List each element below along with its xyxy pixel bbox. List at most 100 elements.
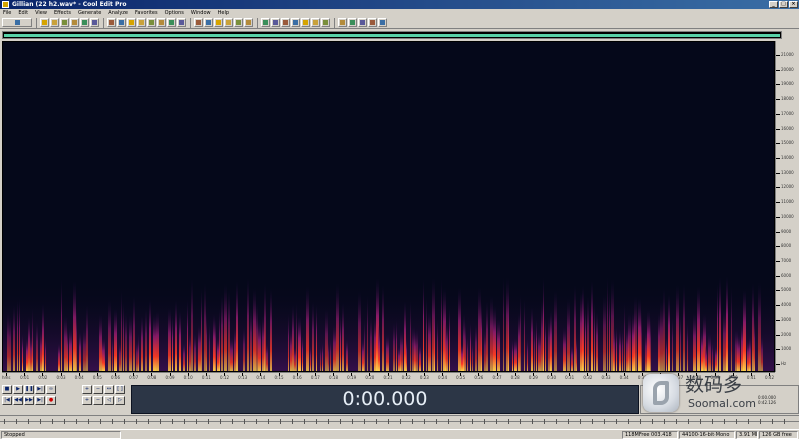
spectrum-burst (175, 300, 177, 371)
time-label: 0:13 (238, 375, 248, 380)
menu-options[interactable]: Options (165, 9, 184, 17)
menu-view[interactable]: View (35, 9, 47, 17)
menu-analyze[interactable]: Analyze (108, 9, 128, 17)
paste-new-icon[interactable] (137, 18, 146, 27)
zoom-out-vertical-button[interactable]: − (93, 396, 103, 405)
go-to-start-button[interactable]: |◀ (2, 396, 12, 405)
menu-edit[interactable]: Edit (18, 9, 28, 17)
freq-label: 10000 (781, 213, 794, 219)
maximize-button[interactable]: □ (779, 1, 788, 8)
menu-help[interactable]: Help (218, 9, 229, 17)
menu-file[interactable]: File (3, 9, 11, 17)
effect-noise-icon[interactable] (368, 18, 377, 27)
zoom-full-icon[interactable] (214, 18, 223, 27)
zoom-selection-button[interactable]: [ ] (115, 385, 125, 394)
fast-forward-button[interactable]: ▶▶ (24, 396, 34, 405)
mix-paste-icon[interactable] (147, 18, 156, 27)
sync-icon[interactable] (321, 18, 330, 27)
zoom-in-vertical-button[interactable]: + (82, 396, 92, 405)
overview-bar[interactable] (2, 31, 782, 39)
level-tick (196, 419, 197, 424)
pause-button[interactable]: ❚❚ (24, 385, 34, 394)
loop-icon[interactable] (311, 18, 320, 27)
copy-icon[interactable] (117, 18, 126, 27)
undo-icon[interactable] (90, 18, 99, 27)
spectrum-burst (534, 325, 535, 371)
waveform-icon[interactable] (271, 18, 280, 27)
spectrum-burst (270, 288, 272, 371)
zoom-full-button[interactable]: ↔ (104, 385, 114, 394)
vertical-zoom-area[interactable] (782, 31, 799, 39)
zoom-left-button[interactable]: ◁ (104, 396, 114, 405)
time-label: 0:25 (456, 375, 466, 380)
spectrum-burst (717, 283, 718, 371)
menu-bar: File Edit View Effects Generate Analyze … (0, 9, 799, 17)
level-tick (160, 419, 161, 424)
menu-window[interactable]: Window (191, 9, 211, 17)
stop-button[interactable]: ■ (2, 385, 12, 394)
rewind-button[interactable]: ◀◀ (13, 396, 23, 405)
delete-icon[interactable] (167, 18, 176, 27)
zoom-in-icon[interactable] (194, 18, 203, 27)
freq-tick (776, 319, 780, 321)
spectrum-burst (668, 294, 670, 371)
effect-reverb-icon[interactable] (378, 18, 387, 27)
spectral-view[interactable] (2, 41, 775, 372)
spectrum-burst (316, 304, 317, 371)
time-label: 0:24 (438, 375, 447, 380)
selection-end[interactable]: 0:42.126 (758, 400, 776, 405)
zoom-right-button[interactable]: ▷ (115, 396, 125, 405)
watermark-url: Soomal.com (688, 397, 756, 410)
loop-button[interactable]: ∞ (46, 385, 56, 394)
new-icon[interactable] (40, 18, 49, 27)
snap-icon[interactable] (281, 18, 290, 27)
spectrum-burst (243, 326, 245, 371)
menu-favorites[interactable]: Favorites (135, 9, 158, 17)
spectrogram-canvas[interactable] (3, 42, 774, 371)
time-label: 0:28 (510, 375, 520, 380)
level-tick (736, 419, 737, 424)
overview-range[interactable] (4, 34, 780, 37)
open-icon[interactable] (50, 18, 59, 27)
freq-label: 5000 (781, 287, 792, 293)
zoom-in-horizontal-button[interactable]: + (82, 385, 92, 394)
zoom-vert-in-icon[interactable] (234, 18, 243, 27)
spectral-icon[interactable] (261, 18, 270, 27)
level-tick (208, 419, 209, 424)
effect-delay-icon[interactable] (358, 18, 367, 27)
close-file-icon[interactable] (70, 18, 79, 27)
level-tick (724, 419, 725, 424)
select-all-icon[interactable] (177, 18, 186, 27)
zoom-out-horizontal-button[interactable]: − (93, 385, 103, 394)
spectrum-burst (58, 342, 60, 371)
level-meter-ruler (0, 415, 799, 428)
spectrum-burst (296, 302, 297, 371)
play-button[interactable]: ▶ (13, 385, 23, 394)
cut-icon[interactable] (107, 18, 116, 27)
paste-icon[interactable] (127, 18, 136, 27)
spectrum-burst (370, 314, 372, 371)
zoom-vert-out-icon[interactable] (244, 18, 253, 27)
mode-toggle-icon[interactable] (2, 18, 32, 27)
save-icon[interactable] (60, 18, 69, 27)
effect-amp-icon[interactable] (338, 18, 347, 27)
menu-effects[interactable]: Effects (54, 9, 71, 17)
time-label: 0:16 (292, 375, 302, 380)
effect-eq-icon[interactable] (348, 18, 357, 27)
menu-generate[interactable]: Generate (78, 9, 101, 17)
record-icon[interactable] (80, 18, 89, 27)
trim-icon[interactable] (157, 18, 166, 27)
spectrum-burst (64, 315, 67, 371)
cue-icon[interactable] (291, 18, 300, 27)
minimize-button[interactable]: _ (769, 1, 778, 8)
spectrum-burst (467, 335, 468, 371)
go-to-end-button[interactable]: ▶| (35, 396, 45, 405)
close-button[interactable]: × (789, 1, 798, 8)
play-to-end-button[interactable]: ▶| (35, 385, 45, 394)
zoom-out-icon[interactable] (204, 18, 213, 27)
marker-icon[interactable] (301, 18, 310, 27)
record-button[interactable]: ● (46, 396, 56, 405)
zoom-sel-icon[interactable] (224, 18, 233, 27)
level-tick (256, 419, 257, 424)
spectrum-burst (634, 296, 637, 371)
